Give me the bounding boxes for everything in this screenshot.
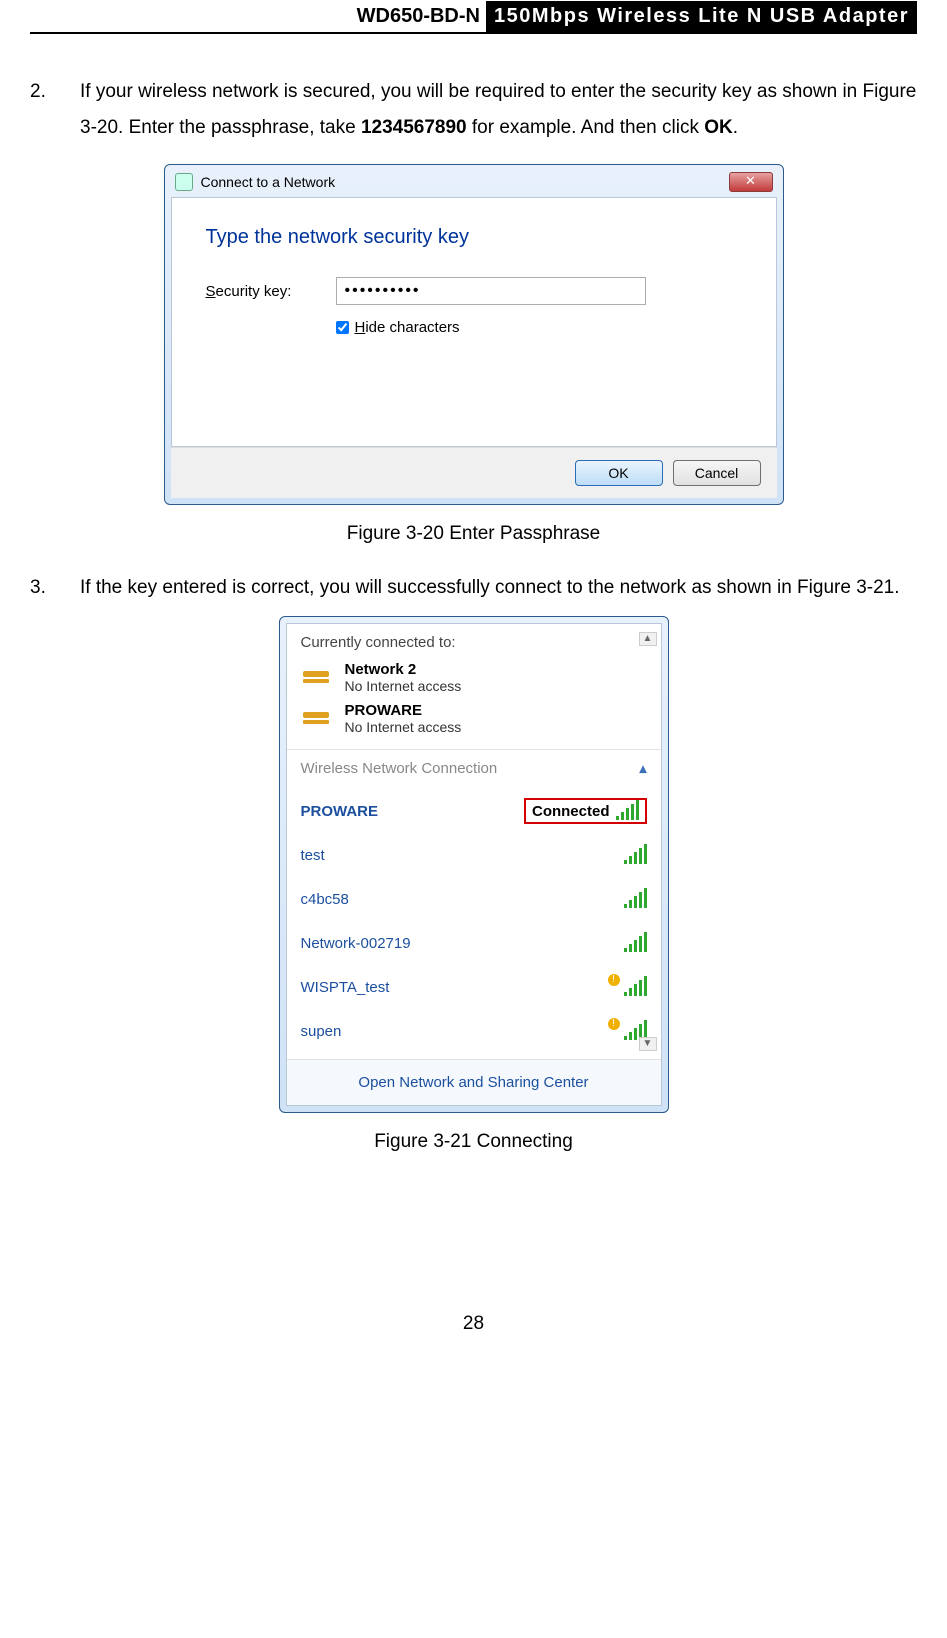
network-row-test[interactable]: test	[301, 833, 647, 877]
wnc-label: Wireless Network Connection	[301, 760, 498, 777]
network-list: PROWARE Connected test c4bc58 Network-00…	[287, 787, 661, 1059]
figure-3-20-caption: Figure 3-20 Enter Passphrase	[30, 523, 917, 545]
network-name: PROWARE	[301, 803, 379, 820]
currently-section: ▲ Currently connected to: Network 2 No I…	[287, 624, 661, 749]
header-title: 150Mbps Wireless Lite N USB Adapter	[486, 1, 917, 32]
network-name: WISPTA_test	[301, 979, 390, 996]
chevron-up-icon: ▴	[639, 760, 646, 777]
current-connection-2-name: PROWARE	[345, 702, 462, 719]
current-connection-1-name: Network 2	[345, 661, 462, 678]
network-name: test	[301, 847, 325, 864]
signal-icon	[616, 802, 639, 820]
network-name: supen	[301, 1023, 342, 1040]
signal-icon	[624, 846, 647, 864]
step-3: 3. If the key entered is correct, you wi…	[30, 570, 917, 606]
step-2-text-c: .	[733, 117, 738, 138]
window-icon	[175, 173, 193, 191]
current-connection-2-sub: No Internet access	[345, 719, 462, 735]
network-row-wispta-test[interactable]: WISPTA_test	[301, 965, 647, 1009]
network-row-network-002719[interactable]: Network-002719	[301, 921, 647, 965]
network-row-proware[interactable]: PROWARE Connected	[301, 789, 647, 833]
window-body: Type the network security key Security k…	[171, 197, 777, 447]
figure-3-21-popup: ▲ Currently connected to: Network 2 No I…	[279, 616, 669, 1113]
scroll-up-icon[interactable]: ▲	[639, 632, 657, 646]
network-row-c4bc58[interactable]: c4bc58	[301, 877, 647, 921]
current-connection-2-text: PROWARE No Internet access	[345, 702, 462, 735]
titlebar: Connect to a Network ✕	[171, 171, 777, 197]
current-connection-1-sub: No Internet access	[345, 678, 462, 694]
step-3-number: 3.	[30, 570, 80, 606]
security-key-input[interactable]	[336, 277, 646, 305]
close-button[interactable]: ✕	[729, 172, 773, 192]
hide-characters-row: Hide characters	[336, 319, 742, 336]
hide-characters-checkbox[interactable]	[336, 321, 349, 334]
step-2-text-b: for example. And then click	[467, 117, 705, 138]
step-2-text: If your wireless network is secured, you…	[80, 74, 917, 146]
page-number: 28	[30, 1313, 917, 1335]
current-connection-2: PROWARE No Internet access	[301, 702, 647, 735]
figure-3-20-window: Connect to a Network ✕ Type the network …	[164, 164, 784, 505]
bench-icon	[301, 665, 335, 691]
connected-label: Connected	[532, 803, 610, 820]
bench-icon	[301, 706, 335, 732]
popup-inner: ▲ Currently connected to: Network 2 No I…	[286, 623, 662, 1106]
hide-characters-label: Hide characters	[355, 319, 460, 336]
step-2-number: 2.	[30, 74, 80, 146]
hide-characters-u: H	[355, 319, 366, 336]
currently-title: Currently connected to:	[301, 634, 647, 651]
connected-highlight: Connected	[524, 798, 647, 824]
network-name: c4bc58	[301, 891, 349, 908]
step-3-text: If the key entered is correct, you will …	[80, 570, 917, 606]
dialog-heading: Type the network security key	[206, 226, 742, 249]
signal-warn-icon	[608, 978, 647, 996]
security-key-label-u: S	[206, 283, 216, 300]
button-bar: OK Cancel	[171, 447, 777, 498]
ok-button[interactable]: OK	[575, 460, 663, 486]
window-title: Connect to a Network	[201, 174, 729, 190]
signal-icon	[624, 934, 647, 952]
security-key-label-rest: ecurity key:	[216, 283, 292, 300]
figure-3-21-caption: Figure 3-21 Connecting	[30, 1131, 917, 1153]
step-2-bold-2: OK	[704, 117, 733, 138]
scroll-down-icon[interactable]: ▼	[639, 1037, 657, 1051]
page-header: WD650-BD-N 150Mbps Wireless Lite N USB A…	[30, 0, 917, 34]
security-key-row: Security key:	[206, 277, 742, 305]
wireless-network-connection-header[interactable]: Wireless Network Connection ▴	[287, 750, 661, 787]
signal-icon	[624, 890, 647, 908]
current-connection-1: Network 2 No Internet access	[301, 661, 647, 694]
hide-characters-rest: ide characters	[365, 319, 459, 336]
header-model: WD650-BD-N	[357, 5, 486, 28]
security-key-label: Security key:	[206, 283, 336, 300]
network-name: Network-002719	[301, 935, 411, 952]
step-2-bold-1: 1234567890	[361, 117, 467, 138]
cancel-button[interactable]: Cancel	[673, 460, 761, 486]
open-network-sharing-center-link[interactable]: Open Network and Sharing Center	[287, 1059, 661, 1105]
network-row-supen[interactable]: supen	[301, 1009, 647, 1053]
step-2: 2. If your wireless network is secured, …	[30, 74, 917, 146]
current-connection-1-text: Network 2 No Internet access	[345, 661, 462, 694]
